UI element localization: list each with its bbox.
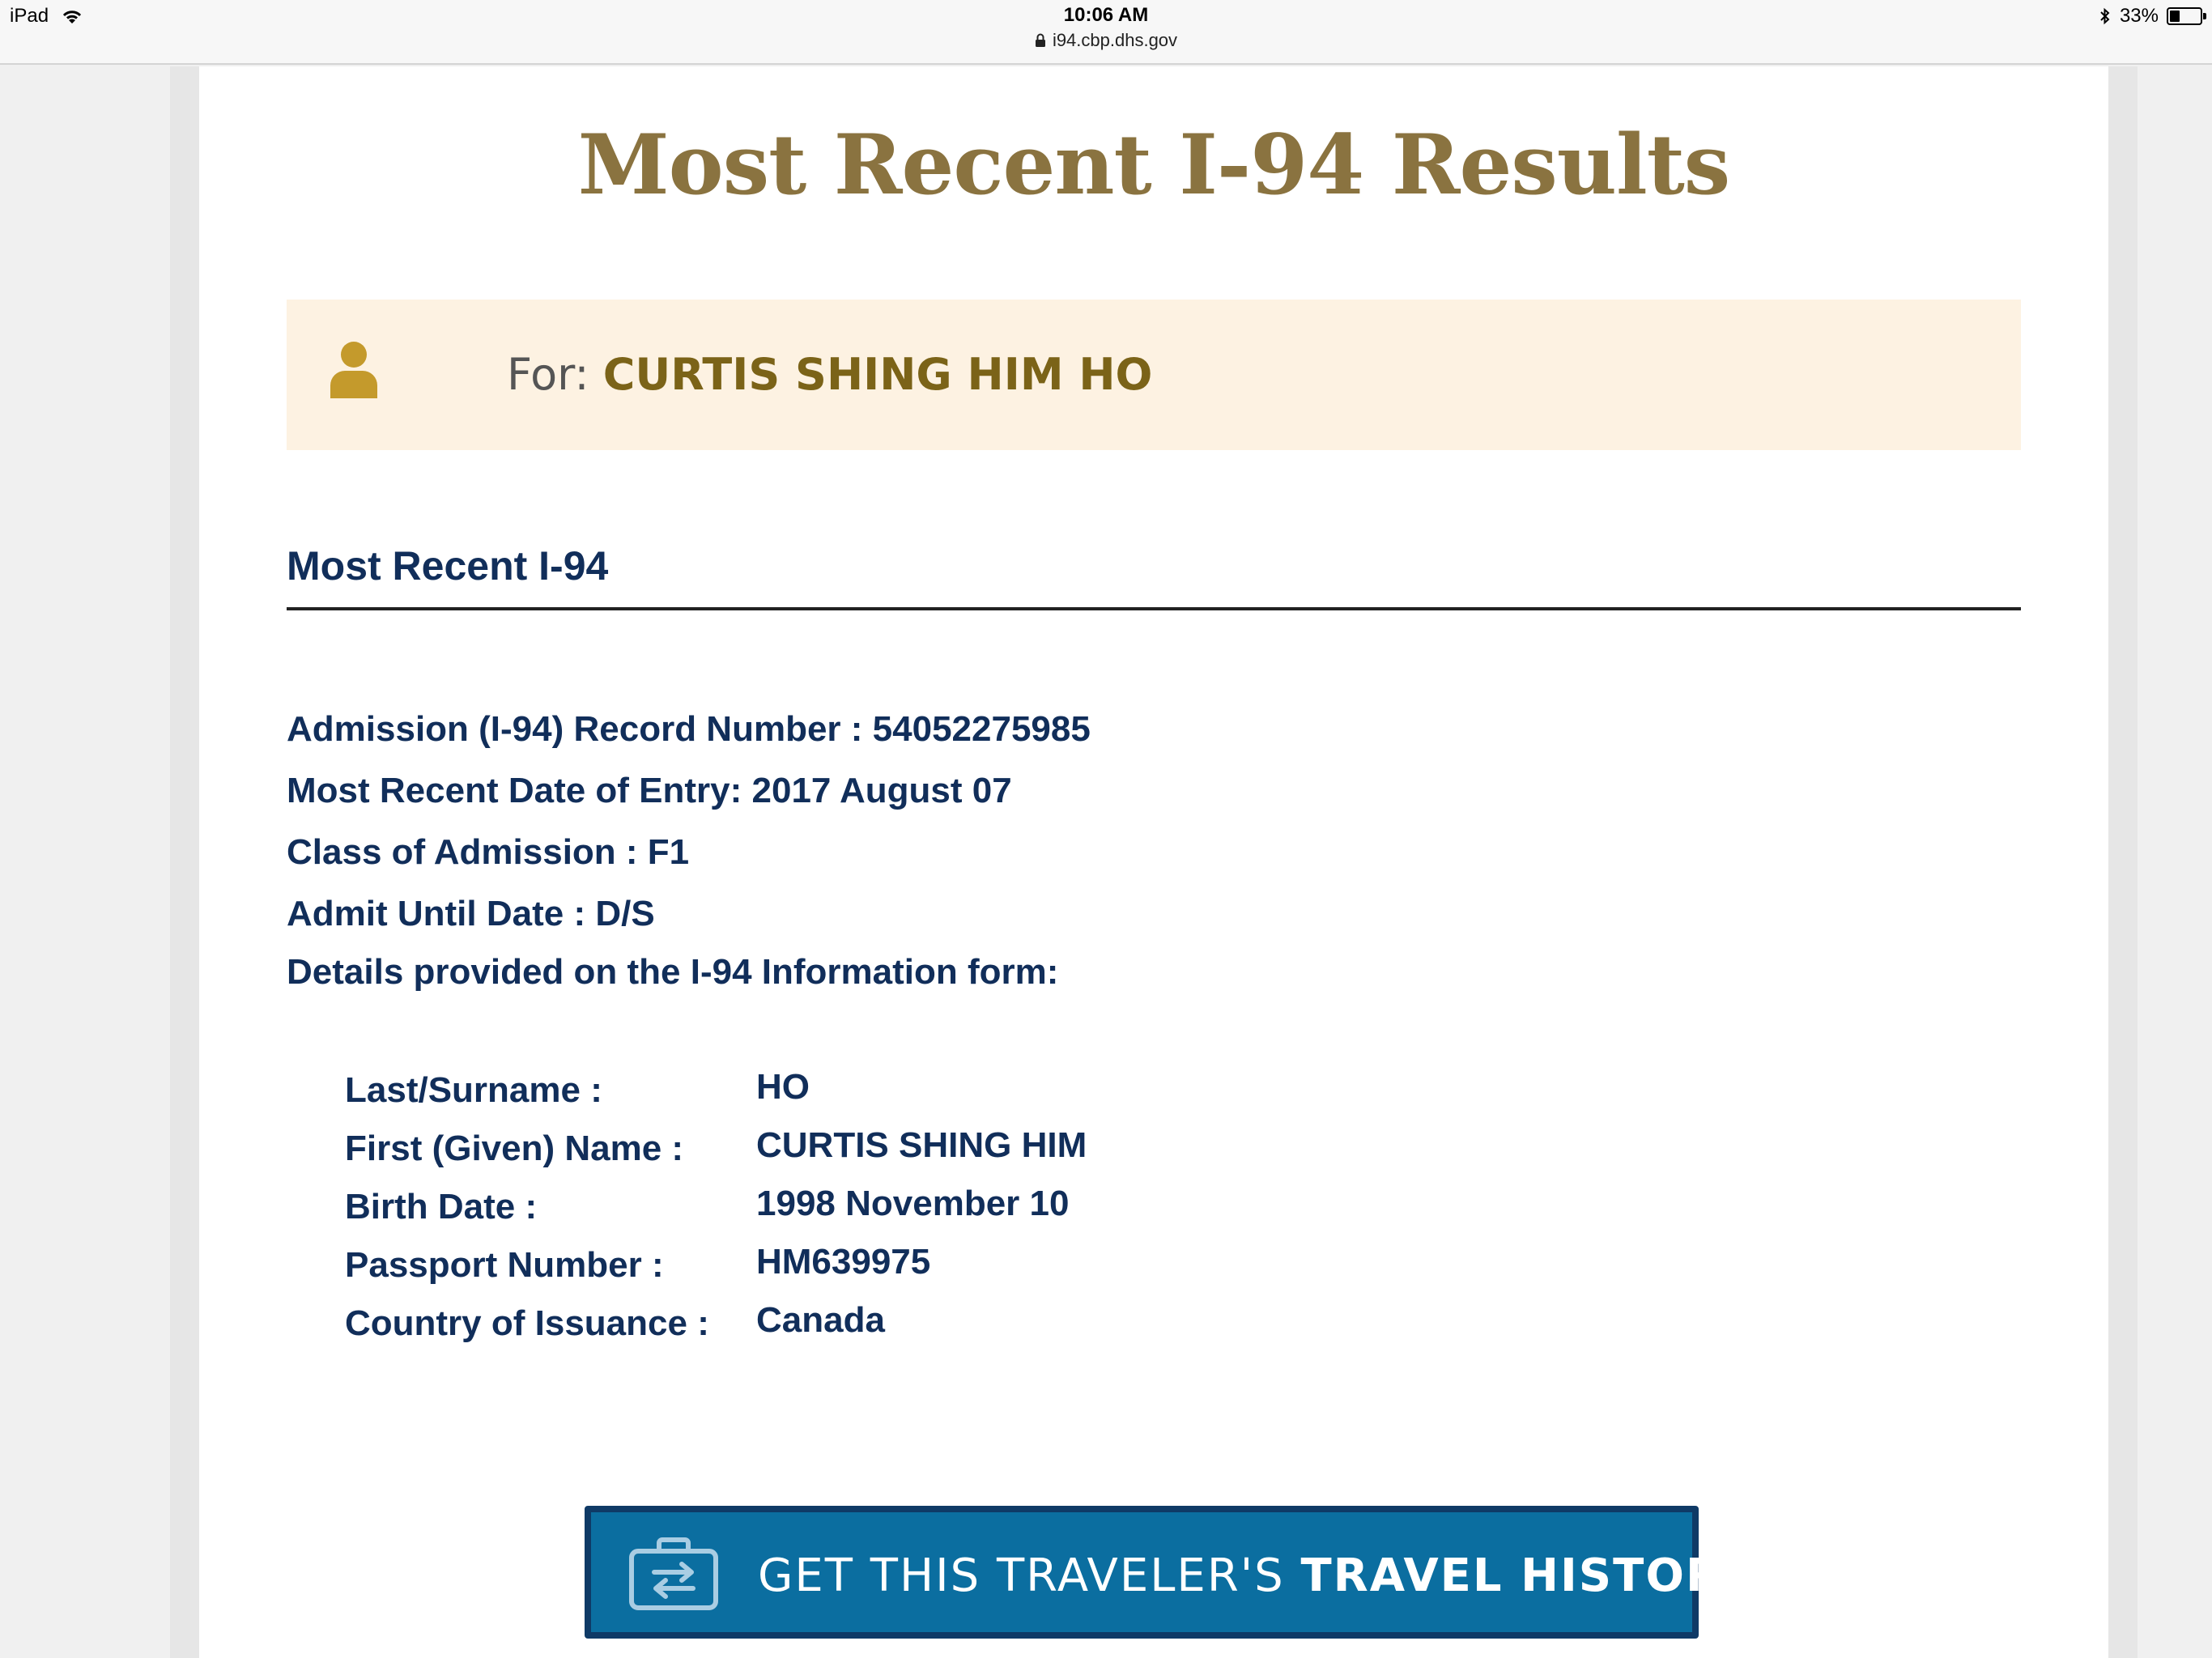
- detail-value: Canada: [756, 1300, 885, 1340]
- traveler-for: For: CURTIS SHING HIM HO: [507, 346, 1152, 403]
- battery-level: [2170, 11, 2180, 22]
- user-icon: [330, 342, 377, 398]
- status-right: 33%: [2099, 5, 2206, 28]
- admit-until-date: Admit Until Date : D/S: [287, 894, 655, 933]
- detail-label: Passport Number :: [345, 1245, 664, 1285]
- detail-value: 1998 November 10: [756, 1184, 1070, 1223]
- bluetooth-icon: [2100, 7, 2110, 25]
- travel-history-prefix[interactable]: GET THIS TRAVELER'S: [758, 1550, 1300, 1602]
- detail-label: Country of Issuance :: [345, 1303, 709, 1343]
- address-bar[interactable]: i94.cbp.dhs.gov: [0, 28, 2212, 53]
- traveler-banner: For: CURTIS SHING HIM HO: [287, 300, 2021, 450]
- travel-history-button[interactable]: GET THIS TRAVELER'S TRAVEL HISTORY: [585, 1506, 1753, 1639]
- traveler-name: CURTIS SHING HIM HO: [602, 349, 1153, 400]
- date-of-entry: Most Recent Date of Entry: 2017 August 0…: [287, 771, 1012, 810]
- admission-number: Admission (I-94) Record Number : 5405227…: [287, 709, 1091, 749]
- detail-label: Last/Surname :: [345, 1070, 602, 1110]
- travel-history-emphasis[interactable]: TRAVEL HISTORY: [1300, 1550, 1754, 1602]
- page-gutter-left: [170, 66, 199, 1658]
- results-page: Most Recent I-94 Results For: CURTIS SHI…: [199, 66, 2108, 1658]
- battery-percent: 33%: [2119, 5, 2159, 27]
- details-heading: Details provided on the I-94 Information…: [287, 952, 1059, 992]
- detail-value: HM639975: [756, 1242, 931, 1282]
- detail-label: First (Given) Name :: [345, 1129, 684, 1168]
- section-divider: [287, 607, 2021, 610]
- lock-icon: [1035, 33, 1045, 47]
- section-title: Most Recent I-94: [287, 543, 609, 589]
- status-bar: iPad 10:06 AM i94.cbp.dhs.gov 33%: [0, 0, 2212, 65]
- for-label: For:: [507, 349, 589, 400]
- url-text[interactable]: i94.cbp.dhs.gov: [1053, 28, 1177, 53]
- page-title: Most Recent I-94 Results: [577, 117, 1730, 214]
- status-time: 10:06 AM: [1063, 4, 1149, 26]
- class-of-admission: Class of Admission : F1: [287, 832, 690, 872]
- detail-value: HO: [756, 1067, 810, 1107]
- page-gutter-right: [2108, 66, 2138, 1658]
- detail-value: CURTIS SHING HIM: [756, 1125, 1087, 1165]
- detail-label: Birth Date :: [345, 1187, 538, 1226]
- travel-history-label[interactable]: GET THIS TRAVELER'S TRAVEL HISTORY: [758, 1550, 1755, 1602]
- travel-history-icon: [629, 1537, 718, 1610]
- status-center: 10:06 AM i94.cbp.dhs.gov: [0, 3, 2212, 53]
- battery-icon: [2167, 7, 2206, 25]
